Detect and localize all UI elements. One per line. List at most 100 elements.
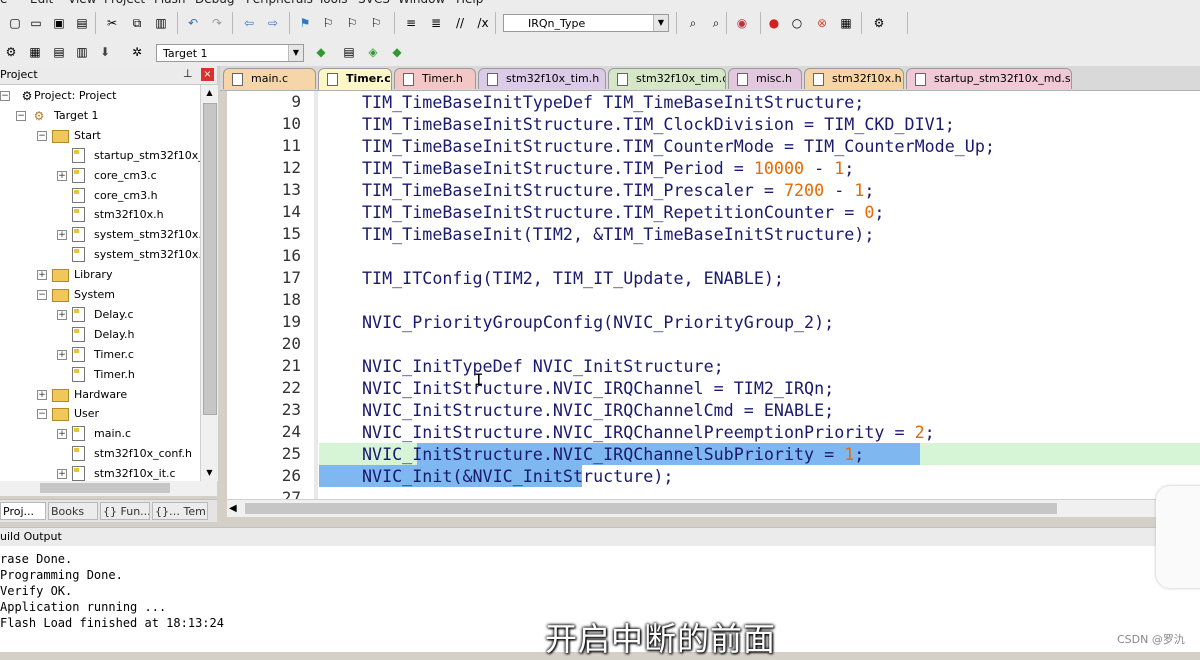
close-icon[interactable]: × (201, 68, 214, 81)
tree-item[interactable]: stm32f10x_conf.h (0, 445, 200, 463)
collapse-icon[interactable]: − (37, 290, 47, 300)
tree-item[interactable]: + main.c (0, 425, 200, 443)
translate-icon[interactable]: ⚙ (2, 43, 20, 61)
paste-icon[interactable]: ▥ (152, 14, 170, 32)
code-editor[interactable]: 9 10 11 12 13 14 15 16 17 18 19 20 21 22 23 24 25 26 27 TI… (227, 91, 1200, 499)
editor-hscrollbar[interactable]: ◀ (227, 499, 1200, 517)
code-line[interactable]: TIM_TimeBaseInit(TIM2, &TIM_TimeBaseInit… (362, 223, 874, 245)
find-in-files-icon[interactable]: ⌕ (684, 14, 702, 32)
next-bookmark-icon[interactable]: ⚐ (343, 14, 361, 32)
code-line[interactable]: NVIC_Init(&NVIC_InitStructure); (362, 465, 673, 487)
target-options-icon[interactable]: ✲ (128, 43, 146, 61)
code-line[interactable]: NVIC_InitStructure.NVIC_IRQChannelCmd = … (362, 399, 834, 421)
project-tree-hscrollbar[interactable] (0, 481, 217, 496)
editor-tab[interactable]: startup_stm32f10x_md.s (906, 68, 1072, 89)
code-line[interactable]: TIM_TimeBaseInitStructure.TIM_Period = 1… (362, 157, 854, 179)
editor-tab[interactable]: stm32f10x_tim.c (608, 68, 726, 89)
download-icon[interactable]: ⬇ (96, 43, 114, 61)
tree-item[interactable]: Timer.h (0, 366, 200, 384)
collapse-icon[interactable]: − (16, 110, 26, 121)
manage-components-icon[interactable]: ◆ (312, 43, 330, 61)
scroll-left-icon[interactable]: ◀ (229, 500, 237, 517)
code-line[interactable]: TIM_TimeBaseInitStructure.TIM_ClockDivis… (362, 113, 955, 135)
panel-tab[interactable]: Proj... (0, 502, 46, 520)
expand-icon[interactable]: + (57, 469, 67, 480)
expand-icon[interactable]: + (37, 389, 47, 400)
tree-item[interactable]: startup_stm32f10x_m (0, 147, 200, 165)
tree-item[interactable]: stm32f10x.h (0, 206, 200, 224)
expand-icon[interactable]: + (57, 230, 67, 241)
expand-icon[interactable]: + (57, 309, 67, 320)
tree-item[interactable]: + stm32f10x_it.c (0, 465, 200, 481)
tree-item[interactable]: + Timer.c (0, 346, 200, 364)
forward-icon[interactable]: ⇨ (264, 14, 282, 32)
undo-icon[interactable]: ↶ (184, 14, 202, 32)
editor-tab[interactable]: Timer.h (394, 68, 476, 89)
disable-breakpoint-icon[interactable]: ○ (788, 14, 806, 32)
scroll-down-icon[interactable]: ▼ (201, 465, 218, 481)
chevron-down-icon[interactable]: ▼ (288, 45, 303, 61)
code-line[interactable]: TIM_TimeBaseInitTypeDef TIM_TimeBaseInit… (362, 91, 864, 113)
select-packs-icon[interactable]: ◈ (364, 43, 382, 61)
expand-icon[interactable]: + (57, 349, 67, 360)
debug-session-icon[interactable]: ◉ (733, 14, 751, 32)
cut-icon[interactable]: ✂ (103, 14, 121, 32)
window-icon[interactable]: ▦ (837, 14, 855, 32)
pack-installer-icon[interactable]: ▤ (340, 43, 358, 61)
code-line[interactable]: NVIC_InitStructure.NVIC_IRQChannelPreemp… (362, 421, 935, 443)
prev-bookmark-icon[interactable]: ⚐ (319, 14, 337, 32)
tree-item[interactable]: core_cm3.h (0, 187, 200, 205)
clear-bookmarks-icon[interactable]: ⚐ (367, 14, 385, 32)
editor-tab[interactable]: main.c (223, 68, 316, 89)
find-combo[interactable]: IRQn_Type ▼ (503, 14, 669, 32)
editor-tab[interactable]: Timer.c (318, 68, 392, 90)
code-line[interactable]: NVIC_InitStructure.NVIC_IRQChannelSubPri… (362, 443, 864, 465)
tree-item[interactable]: − System (0, 286, 200, 304)
build-icon[interactable]: ▦ (26, 43, 44, 61)
tree-item[interactable]: − ⚙ Project: Project (0, 87, 200, 105)
config-icon[interactable]: ⚙ (870, 14, 888, 32)
scroll-thumb[interactable] (203, 103, 217, 415)
tree-item[interactable]: system_stm32f10x.h (0, 246, 200, 264)
collapse-icon[interactable]: − (37, 409, 47, 420)
code-line[interactable]: NVIC_InitStructure.NVIC_IRQChannel = TIM… (362, 377, 834, 399)
unindent-icon[interactable]: ≣ (427, 14, 445, 32)
expand-icon[interactable]: + (57, 429, 67, 440)
tree-item[interactable]: − User (0, 405, 200, 423)
chevron-down-icon[interactable]: ▼ (653, 15, 668, 31)
batch-build-icon[interactable]: ▥ (73, 43, 91, 61)
tree-item[interactable]: + Library (0, 266, 200, 284)
scroll-thumb[interactable] (40, 483, 170, 493)
scroll-up-icon[interactable]: ▲ (201, 85, 218, 101)
save-icon[interactable]: ▣ (50, 14, 68, 32)
new-file-icon[interactable]: ▢ (6, 14, 24, 32)
code-line[interactable]: TIM_TimeBaseInitStructure.TIM_CounterMod… (362, 135, 995, 157)
find-icon[interactable]: ⌕ (707, 14, 725, 32)
code-line[interactable]: TIM_ITConfig(TIM2, TIM_IT_Update, ENABLE… (362, 267, 784, 289)
redo-icon[interactable]: ↷ (208, 14, 226, 32)
copy-icon[interactable]: ⧉ (128, 14, 146, 32)
uncomment-icon[interactable]: /x (474, 14, 492, 32)
scroll-thumb[interactable] (245, 503, 1057, 514)
editor-tab[interactable]: stm32f10x_tim.h (478, 68, 606, 89)
breakpoint-icon[interactable]: ● (765, 14, 783, 32)
bookmark-icon[interactable]: ⚑ (296, 14, 314, 32)
tree-item[interactable]: − Start (0, 127, 200, 145)
tree-item[interactable]: Delay.h (0, 326, 200, 344)
rebuild-icon[interactable]: ▤ (50, 43, 68, 61)
tree-item[interactable]: + system_stm32f10x.c (0, 226, 200, 244)
panel-tab[interactable]: Books (48, 502, 98, 520)
code-line[interactable]: TIM_TimeBaseInitStructure.TIM_Prescaler … (362, 179, 874, 201)
expand-icon[interactable]: + (37, 270, 47, 281)
target-combo[interactable]: Target 1 ▼ (156, 44, 304, 62)
save-all-icon[interactable]: ▤ (73, 14, 91, 32)
indent-icon[interactable]: ≡ (402, 14, 420, 32)
editor-tab[interactable]: stm32f10x.h (804, 68, 904, 89)
tree-item[interactable]: + core_cm3.c (0, 167, 200, 185)
code-line[interactable]: TIM_TimeBaseInitStructure.TIM_Repetition… (362, 201, 884, 223)
collapse-icon[interactable]: − (37, 130, 47, 141)
panel-tab[interactable]: {}… Tem... (152, 502, 208, 520)
panel-tab[interactable]: {} Fun... (100, 502, 150, 520)
comment-icon[interactable]: // (451, 14, 469, 32)
tree-item[interactable]: + Delay.c (0, 306, 200, 324)
